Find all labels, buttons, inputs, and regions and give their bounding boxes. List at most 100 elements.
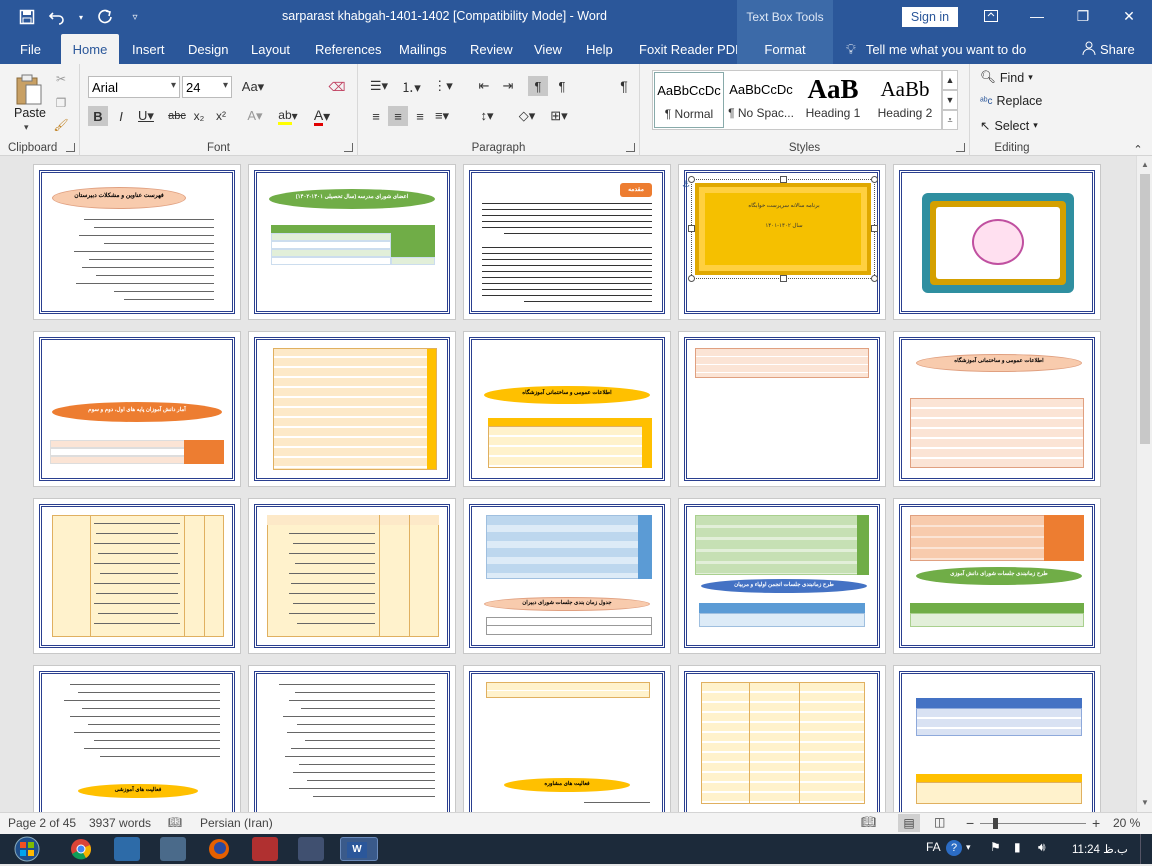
tray-expand-icon[interactable]: ▾ bbox=[966, 842, 971, 853]
zoom-slider-thumb[interactable] bbox=[993, 818, 998, 829]
style-heading-2[interactable]: AaBb Heading 2 bbox=[870, 72, 940, 128]
page-thumbnail[interactable] bbox=[248, 665, 456, 812]
cut-icon[interactable]: ✂ bbox=[52, 70, 70, 88]
styles-scroll-down-icon[interactable]: ▼ bbox=[942, 90, 958, 110]
show-formatting-marks-icon[interactable]: ¶ bbox=[614, 76, 634, 96]
bevel-text-box[interactable] bbox=[695, 183, 871, 275]
tab-design[interactable]: Design bbox=[180, 34, 236, 64]
restore-icon[interactable]: ❐ bbox=[1060, 0, 1106, 32]
paste-dropdown-icon[interactable]: ▾ bbox=[24, 122, 29, 133]
zoom-out-icon[interactable]: − bbox=[966, 815, 974, 831]
italic-icon[interactable]: I bbox=[112, 106, 130, 126]
superscript-icon[interactable]: x² bbox=[212, 106, 230, 126]
tab-view[interactable]: View bbox=[526, 34, 570, 64]
multilevel-list-icon[interactable]: ⋮▾ bbox=[430, 76, 456, 96]
close-icon[interactable]: ✕ bbox=[1106, 0, 1152, 32]
flag-icon[interactable]: ⚑ bbox=[990, 840, 1001, 854]
scroll-up-icon[interactable]: ▲ bbox=[1139, 158, 1151, 170]
styles-scroll-up-icon[interactable]: ▲ bbox=[942, 70, 958, 90]
left-to-right-icon[interactable]: ¶ bbox=[528, 76, 548, 96]
highlight-color-icon[interactable]: ab ▾ bbox=[274, 106, 302, 126]
tab-mailings[interactable]: Mailings bbox=[391, 34, 455, 64]
tab-file[interactable]: File bbox=[12, 34, 49, 64]
borders-icon[interactable]: ⊞▾ bbox=[546, 106, 572, 126]
align-right-icon[interactable]: ≡ bbox=[410, 106, 430, 126]
page-thumbnail[interactable]: آمار دانش آموزان پایه های اول، دوم و سوم bbox=[33, 331, 241, 487]
bold-icon[interactable]: B bbox=[88, 106, 108, 126]
page-thumbnail[interactable]: فعالیت های مشاوره bbox=[463, 665, 671, 812]
help-icon[interactable]: ? bbox=[946, 840, 962, 856]
page-thumbnail[interactable]: اطلاعات عمومی و ساختمانی آموزشگاه bbox=[463, 331, 671, 487]
share-button[interactable]: Share bbox=[1074, 34, 1143, 64]
page-thumbnail[interactable]: فعالیت های آموزشی bbox=[33, 665, 241, 812]
decrease-indent-icon[interactable]: ⇤ bbox=[474, 76, 494, 96]
text-effects-icon[interactable]: A▾ bbox=[242, 106, 268, 126]
resize-handle[interactable] bbox=[871, 275, 878, 282]
resize-handle[interactable] bbox=[688, 275, 695, 282]
bullets-icon[interactable]: ☰▾ bbox=[366, 76, 392, 96]
tab-insert[interactable]: Insert bbox=[124, 34, 173, 64]
line-spacing-icon[interactable]: ↕▾ bbox=[474, 106, 500, 126]
print-layout-icon[interactable]: ▤ bbox=[898, 814, 920, 832]
input-language[interactable]: FA bbox=[926, 840, 941, 854]
zoom-level[interactable]: 20 % bbox=[1113, 816, 1140, 830]
volume-icon[interactable]: 🔊︎ bbox=[1038, 840, 1046, 855]
style-normal[interactable]: AaBbCcDc ¶ Normal bbox=[654, 72, 724, 128]
tab-format[interactable]: Format bbox=[737, 34, 833, 64]
page-thumbnail[interactable] bbox=[893, 665, 1101, 812]
resize-handle[interactable] bbox=[871, 176, 878, 183]
page-thumbnail[interactable] bbox=[678, 331, 886, 487]
network-icon[interactable]: ▮ bbox=[1014, 840, 1021, 854]
copy-icon[interactable]: ❐ bbox=[52, 94, 70, 112]
tab-help[interactable]: Help bbox=[578, 34, 621, 64]
zoom-in-icon[interactable]: + bbox=[1092, 815, 1100, 831]
select-button[interactable]: ↖ Select ▾ bbox=[980, 118, 1038, 134]
word-count[interactable]: 3937 words bbox=[89, 816, 151, 830]
document-area[interactable]: فهرست عناوین و مشکلات دبیرستان اعضای شور… bbox=[0, 156, 1136, 812]
replace-button[interactable]: ᵃᵇc Replace bbox=[980, 94, 1042, 108]
page-thumbnail[interactable]: مقدمه bbox=[463, 164, 671, 320]
undo-icon[interactable] bbox=[46, 6, 68, 28]
page-thumbnail[interactable] bbox=[893, 164, 1101, 320]
shading-icon[interactable]: ◇▾ bbox=[514, 106, 540, 126]
center-icon[interactable]: ≡ bbox=[388, 106, 408, 126]
app-icon[interactable] bbox=[114, 837, 140, 861]
page-thumbnail[interactable]: فهرست عناوین و مشکلات دبیرستان bbox=[33, 164, 241, 320]
redo-icon[interactable] bbox=[94, 6, 116, 28]
customize-toolbar-icon[interactable]: ▿ bbox=[124, 6, 146, 28]
web-layout-icon[interactable]: ◫ bbox=[934, 815, 950, 831]
start-button[interactable] bbox=[10, 835, 50, 863]
styles-launcher-icon[interactable] bbox=[956, 143, 965, 152]
tab-layout[interactable]: Layout bbox=[243, 34, 298, 64]
paste-label[interactable]: Paste bbox=[14, 106, 46, 120]
numbering-icon[interactable]: ⒈▾ bbox=[398, 76, 424, 96]
page-thumbnail[interactable] bbox=[678, 665, 886, 812]
tab-foxit-reader-pdf[interactable]: Foxit Reader PDF bbox=[631, 34, 751, 64]
clear-formatting-icon[interactable]: ⌫ bbox=[326, 76, 348, 98]
styles-more-icon[interactable]: ⩡ bbox=[942, 110, 958, 130]
app-icon[interactable] bbox=[298, 837, 324, 861]
format-painter-icon[interactable]: 🖌︎ bbox=[52, 116, 70, 134]
page-thumbnail[interactable]: طرح زمانبندی جلسات شورای دانش آموزی bbox=[893, 498, 1101, 654]
page-thumbnail[interactable]: اطلاعات عمومی و ساختمانی آموزشگاه bbox=[893, 331, 1101, 487]
increase-indent-icon[interactable]: ⇥ bbox=[498, 76, 518, 96]
subscript-icon[interactable]: x₂ bbox=[190, 106, 208, 126]
font-name-combo[interactable]: Arial ▾ bbox=[88, 76, 180, 98]
page-thumbnail[interactable] bbox=[33, 498, 241, 654]
font-color-icon[interactable]: A ▾ bbox=[308, 106, 336, 126]
scroll-thumb[interactable] bbox=[1140, 174, 1150, 444]
ribbon-display-options-icon[interactable] bbox=[968, 0, 1014, 32]
align-left-icon[interactable]: ≡ bbox=[366, 106, 386, 126]
font-launcher-icon[interactable] bbox=[344, 143, 353, 152]
tab-home[interactable]: Home bbox=[61, 34, 119, 64]
underline-icon[interactable]: U▾ bbox=[134, 106, 158, 126]
firefox-icon[interactable] bbox=[206, 837, 232, 861]
paragraph-launcher-icon[interactable] bbox=[626, 143, 635, 152]
font-size-combo[interactable]: 24 ▾ bbox=[182, 76, 232, 98]
resize-handle[interactable] bbox=[780, 275, 787, 282]
save-icon[interactable] bbox=[16, 6, 38, 28]
page-thumbnail[interactable]: اعضای شورای مدرسه (سال تحصیلی ۱۴۰۱-۱۴۰۲) bbox=[248, 164, 456, 320]
page-thumbnail[interactable] bbox=[248, 331, 456, 487]
minimize-icon[interactable]: — bbox=[1014, 0, 1060, 32]
style-heading-1[interactable]: AaB Heading 1 bbox=[798, 72, 868, 128]
